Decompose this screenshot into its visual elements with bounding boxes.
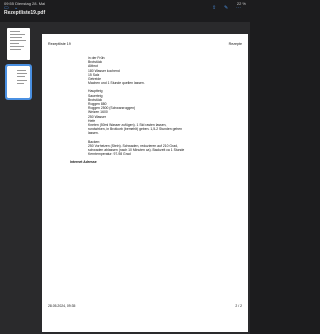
thumbnail-sidebar (0, 22, 40, 334)
share-icon[interactable]: ⇪ (212, 5, 216, 11)
more-icon[interactable]: ⋯ (236, 5, 241, 11)
top-bar: 09:55 Dienstag 28. Mai 22 % ▭ ⌄ ⇪ ✎ ⋯ Re… (0, 0, 250, 22)
pdf-page: Rezeptliste 19 Rezepte in der Früh: Brot… (42, 34, 248, 332)
internet-address-label: Internet Adresse (70, 160, 97, 165)
page-footer-number: 2 / 2 (235, 304, 242, 308)
status-time: 09:55 Dienstag 28. Mai (4, 1, 46, 6)
page-header-left: Rezeptliste 19 (48, 42, 71, 46)
pdf-viewer[interactable]: Rezeptliste 19 Rezepte in der Früh: Brot… (40, 22, 250, 334)
markup-icon[interactable]: ✎ (224, 5, 228, 11)
page-thumbnail-1[interactable] (7, 28, 30, 60)
recipe-content: in der Früh: Brotstück Altbrot 180 Wasse… (70, 56, 238, 165)
document-title: Rezeptliste19.pdf (4, 10, 46, 16)
page-thumbnail-2[interactable] (5, 64, 32, 100)
page-header-right: Rezepte (228, 42, 242, 46)
page-footer-date: 28.05.2024, 09:35 (48, 304, 76, 308)
